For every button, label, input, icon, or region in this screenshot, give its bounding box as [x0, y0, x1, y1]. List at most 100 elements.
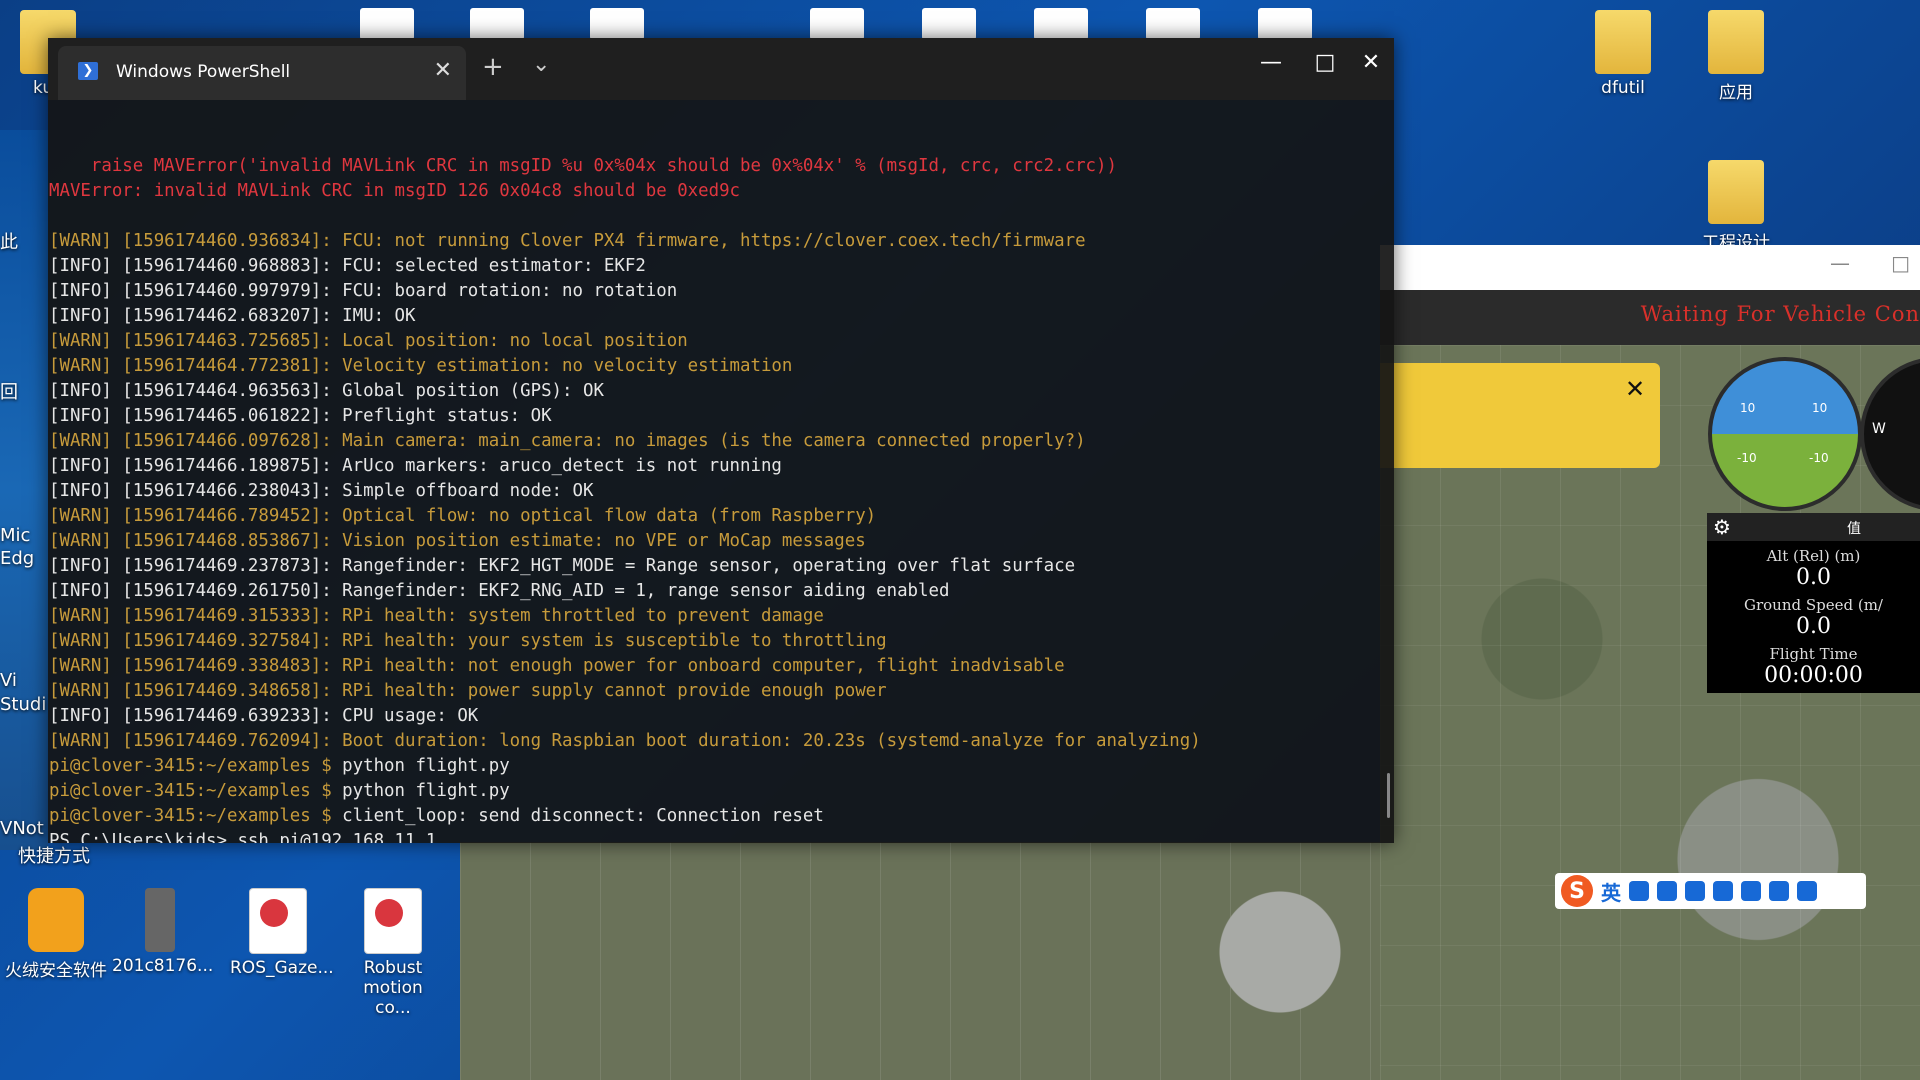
metric-label: Ground Speed (m/: [1743, 596, 1883, 614]
close-window-icon[interactable]: ✕: [1348, 50, 1394, 75]
desktop-label: VNot: [0, 818, 44, 839]
terminal-line: raise MAVError('invalid MAVLink CRC in m…: [49, 156, 1117, 176]
terminal-output[interactable]: raise MAVError('invalid MAVLink CRC in m…: [48, 100, 1394, 843]
terminal-tab[interactable]: ❯ Windows PowerShell ✕: [58, 46, 466, 100]
gear-icon[interactable]: ⚙: [1713, 515, 1731, 539]
values-panel-header: ⚙ 值: [1707, 513, 1920, 541]
terminal-line: [INFO] [1596174460.968883]: FCU: selecte…: [49, 256, 646, 276]
terminal-line: [INFO] [1596174469.261750]: Rangefinder:…: [49, 581, 950, 601]
desktop-label: 快捷方式: [18, 846, 90, 867]
terminal-prompt-line: pi@clover-3415:~/examples $ client_loop:…: [49, 804, 1394, 829]
desktop-icon-label: 201c8176...: [112, 956, 214, 976]
shell-prompt: pi@clover-3415:~/examples $: [49, 806, 343, 826]
ime-logo-icon[interactable]: S: [1561, 875, 1593, 907]
maximize-icon[interactable]: □: [1302, 50, 1348, 75]
chevron-down-icon[interactable]: ⌄: [532, 52, 550, 77]
pdf-icon[interactable]: [1034, 8, 1088, 40]
skin-icon[interactable]: [1769, 881, 1789, 901]
terminal-line: [INFO] [1596174464.963563]: Global posit…: [49, 381, 604, 401]
desktop-icon-dfutil[interactable]: dfutil: [1575, 10, 1671, 98]
desktop-icon-label: 应用: [1719, 83, 1753, 103]
terminal-line: PS C:\Users\kids> ssh pi@192.168.11.1: [49, 831, 437, 843]
terminal-line: [INFO] [1596174466.238043]: Simple offbo…: [49, 481, 594, 501]
close-tab-icon[interactable]: ✕: [434, 58, 452, 83]
desktop-icon-robust-motion[interactable]: Robust motion co...: [345, 888, 441, 1018]
desktop-icon-apps[interactable]: 应用: [1688, 10, 1784, 103]
attitude-tick: -10: [1809, 451, 1829, 465]
pdf-icon[interactable]: [922, 8, 976, 40]
pdf-icon[interactable]: [470, 8, 524, 40]
terminal-line: [WARN] [1596174464.772381]: Velocity est…: [49, 356, 793, 376]
ime-language-toggle[interactable]: 英: [1601, 877, 1621, 906]
terminal-line: [INFO] [1596174469.639233]: CPU usage: O…: [49, 706, 479, 726]
attitude-tick: 10: [1812, 401, 1828, 415]
pdf-icon[interactable]: [810, 8, 864, 40]
minimize-icon[interactable]: —: [1830, 251, 1850, 275]
scrollbar[interactable]: [1387, 773, 1390, 818]
gcs-titlebar: — □: [1380, 245, 1920, 290]
shell-prompt: pi@clover-3415:~/examples $: [49, 781, 343, 801]
folder-icon: [1708, 160, 1764, 224]
terminal-line: [WARN] [1596174463.725685]: Local positi…: [49, 331, 688, 351]
document-icon[interactable]: [590, 8, 644, 40]
terminal-line: [INFO] [1596174466.189875]: ArUco marker…: [49, 456, 782, 476]
desktop-icon-ros-gaze[interactable]: ROS_Gaze...: [230, 888, 334, 978]
desktop-icon-201c[interactable]: 201c8176...: [112, 888, 214, 976]
keyboard-icon[interactable]: [1713, 881, 1733, 901]
pdf-icon[interactable]: [1146, 8, 1200, 40]
terminal-line: [INFO] [1596174465.061822]: Preflight st…: [49, 406, 552, 426]
punctuation-icon[interactable]: [1629, 881, 1649, 901]
ground-station-window: — □ Waiting For Vehicle Con ✕ 10 10 -10 …: [1380, 245, 1920, 1080]
values-panel: ⚙ 值 Alt (Rel) (m) 0.0 Ground Speed (m/ 0…: [1707, 513, 1920, 693]
pdf-icon: [249, 888, 307, 954]
desktop-icon-label: ROS_Gaze...: [230, 958, 334, 978]
new-tab-icon[interactable]: +: [482, 52, 504, 82]
desktop-icon-engineering[interactable]: 工程设计: [1688, 160, 1784, 253]
pdf-icon[interactable]: [360, 8, 414, 40]
grid-icon[interactable]: [1797, 881, 1817, 901]
powershell-window[interactable]: ❯ Windows PowerShell ✕ + ⌄ — □ ✕ raise M…: [48, 38, 1394, 843]
document-icon: [145, 888, 175, 952]
pdf-icon[interactable]: [1258, 8, 1312, 40]
connection-status: Waiting For Vehicle Con: [1640, 302, 1920, 326]
maximize-icon[interactable]: □: [1891, 251, 1910, 275]
terminal-titlebar: ❯ Windows PowerShell ✕ + ⌄ — □ ✕: [48, 38, 1394, 100]
terminal-prompt-line: pi@clover-3415:~/examples $ python fligh…: [49, 754, 1394, 779]
user-icon[interactable]: [1741, 881, 1761, 901]
terminal-line: [WARN] [1596174466.789452]: Optical flow…: [49, 506, 877, 526]
compass-letter: W: [1872, 421, 1886, 437]
desktop-label: Vi: [0, 670, 17, 691]
close-icon[interactable]: ✕: [1625, 375, 1645, 403]
shell-prompt: pi@clover-3415:~/examples $: [49, 756, 343, 776]
attitude-indicator: 10 10 -10 -10: [1708, 357, 1862, 511]
emoji-icon[interactable]: [1657, 881, 1677, 901]
minimize-icon[interactable]: —: [1248, 50, 1294, 75]
values-panel-title: 值: [1847, 521, 1861, 537]
terminal-line: [WARN] [1596174469.762094]: Boot duratio…: [49, 731, 1201, 751]
terminal-line: [WARN] [1596174466.097628]: Main camera:…: [49, 431, 1086, 451]
folder-icon: [1595, 10, 1651, 74]
desktop-label: 此: [0, 232, 18, 253]
desktop-icon-label: 火绒安全软件: [5, 961, 107, 981]
satellite-map-lower[interactable]: [460, 842, 1380, 1080]
terminal-line: [WARN] [1596174469.327584]: RPi health: …: [49, 631, 887, 651]
ime-toolbar[interactable]: S 英: [1555, 873, 1866, 909]
terminal-line: [INFO] [1596174460.997979]: FCU: board r…: [49, 281, 678, 301]
shield-flame-icon: [28, 888, 84, 952]
attitude-tick: -10: [1737, 451, 1757, 465]
folder-icon: [1708, 10, 1764, 74]
desktop-icon-huorong[interactable]: 火绒安全软件: [0, 888, 112, 981]
shell-command: python flight.py: [342, 781, 510, 801]
terminal-line: [WARN] [1596174469.315333]: RPi health: …: [49, 606, 824, 626]
metric-value: 0.0: [1796, 565, 1831, 590]
terminal-line: [INFO] [1596174462.683207]: IMU: OK: [49, 306, 416, 326]
terminal-line: [WARN] [1596174468.853867]: Vision posit…: [49, 531, 866, 551]
gcs-alert-banner: ✕: [1380, 363, 1660, 468]
metric-label: Flight Time: [1769, 645, 1858, 663]
powershell-icon: ❯: [78, 62, 98, 80]
desktop-label: Mic: [0, 525, 31, 546]
microphone-icon[interactable]: [1685, 881, 1705, 901]
metric-value: 0.0: [1796, 614, 1831, 639]
pdf-icon: [364, 888, 422, 954]
